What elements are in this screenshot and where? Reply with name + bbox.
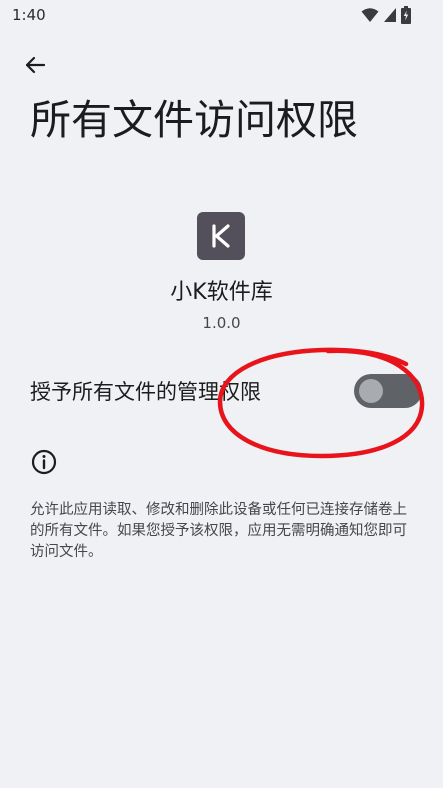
- toggle-thumb: [359, 379, 383, 403]
- status-icons: [361, 6, 411, 24]
- status-time: 1:40: [12, 6, 46, 24]
- app-name: 小K软件库: [170, 280, 273, 305]
- info-icon: [31, 449, 57, 475]
- all-files-access-toggle[interactable]: [354, 374, 422, 408]
- back-button[interactable]: [18, 48, 52, 82]
- permission-description: 允许此应用读取、修改和删除此设备或任何已连接存储卷上的所有文件。如果您授予该权限…: [30, 502, 407, 560]
- page-title: 所有文件访问权限: [30, 96, 358, 144]
- signal-icon: [384, 8, 396, 22]
- wifi-icon: [361, 8, 379, 22]
- battery-charging-icon: [401, 6, 411, 24]
- app-icon: [197, 212, 245, 260]
- permission-label: 授予所有文件的管理权限: [30, 380, 261, 404]
- status-bar: 1:40: [0, 0, 443, 32]
- k-logo-icon: [212, 224, 230, 248]
- app-version: 1.0.0: [202, 314, 241, 332]
- arrow-left-icon: [25, 56, 46, 74]
- permission-row[interactable]: 授予所有文件的管理权限: [0, 360, 443, 424]
